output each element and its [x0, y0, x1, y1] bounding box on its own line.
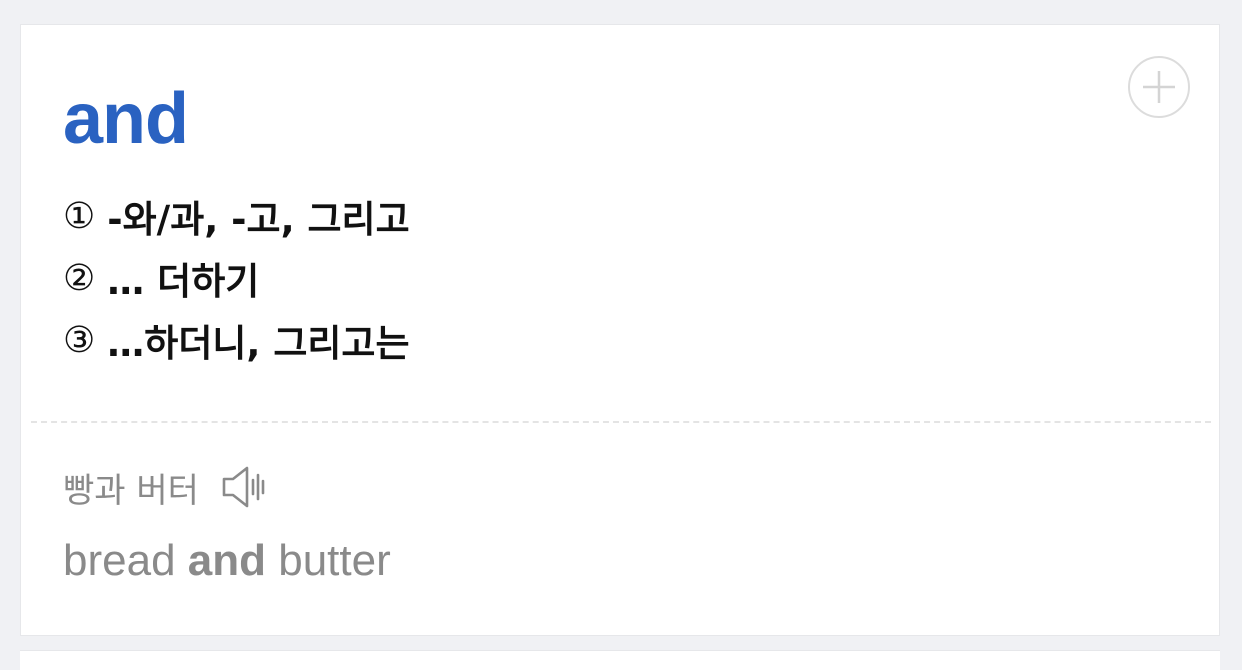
example-english: bread and butter	[63, 531, 391, 591]
meaning-text: … 더하기	[107, 260, 260, 303]
headword[interactable]: and	[63, 77, 189, 161]
meaning-text: -와/과, -고, 그리고	[107, 198, 410, 241]
example-korean: 빵과 버터	[63, 470, 199, 511]
plus-circle-icon	[1143, 71, 1175, 103]
speaker-icon	[222, 466, 265, 508]
meaning-number: ①	[63, 195, 96, 237]
meaning-number: ②	[63, 257, 96, 299]
meaning-item: ① -와/과, -고, 그리고	[63, 185, 410, 247]
add-to-wordbook-button[interactable]	[1128, 56, 1190, 118]
example-english-after: butter	[266, 536, 391, 585]
example-korean-row: 빵과 버터	[63, 461, 271, 513]
next-card-edge	[20, 650, 1220, 670]
meaning-list: ① -와/과, -고, 그리고 ② … 더하기 ③ …하더니, 그리고는	[63, 185, 410, 371]
section-divider	[31, 421, 1211, 423]
example-english-before: bread	[63, 536, 188, 585]
play-audio-button[interactable]	[221, 464, 271, 510]
meaning-item: ② … 더하기	[63, 247, 410, 309]
example-english-highlight: and	[187, 536, 266, 585]
meaning-text: …하더니, 그리고는	[107, 322, 410, 365]
meaning-item: ③ …하더니, 그리고는	[63, 309, 410, 371]
meaning-number: ③	[63, 319, 96, 361]
dictionary-card: and ① -와/과, -고, 그리고 ② … 더하기 ③ …하더니, 그리고는…	[20, 24, 1220, 636]
